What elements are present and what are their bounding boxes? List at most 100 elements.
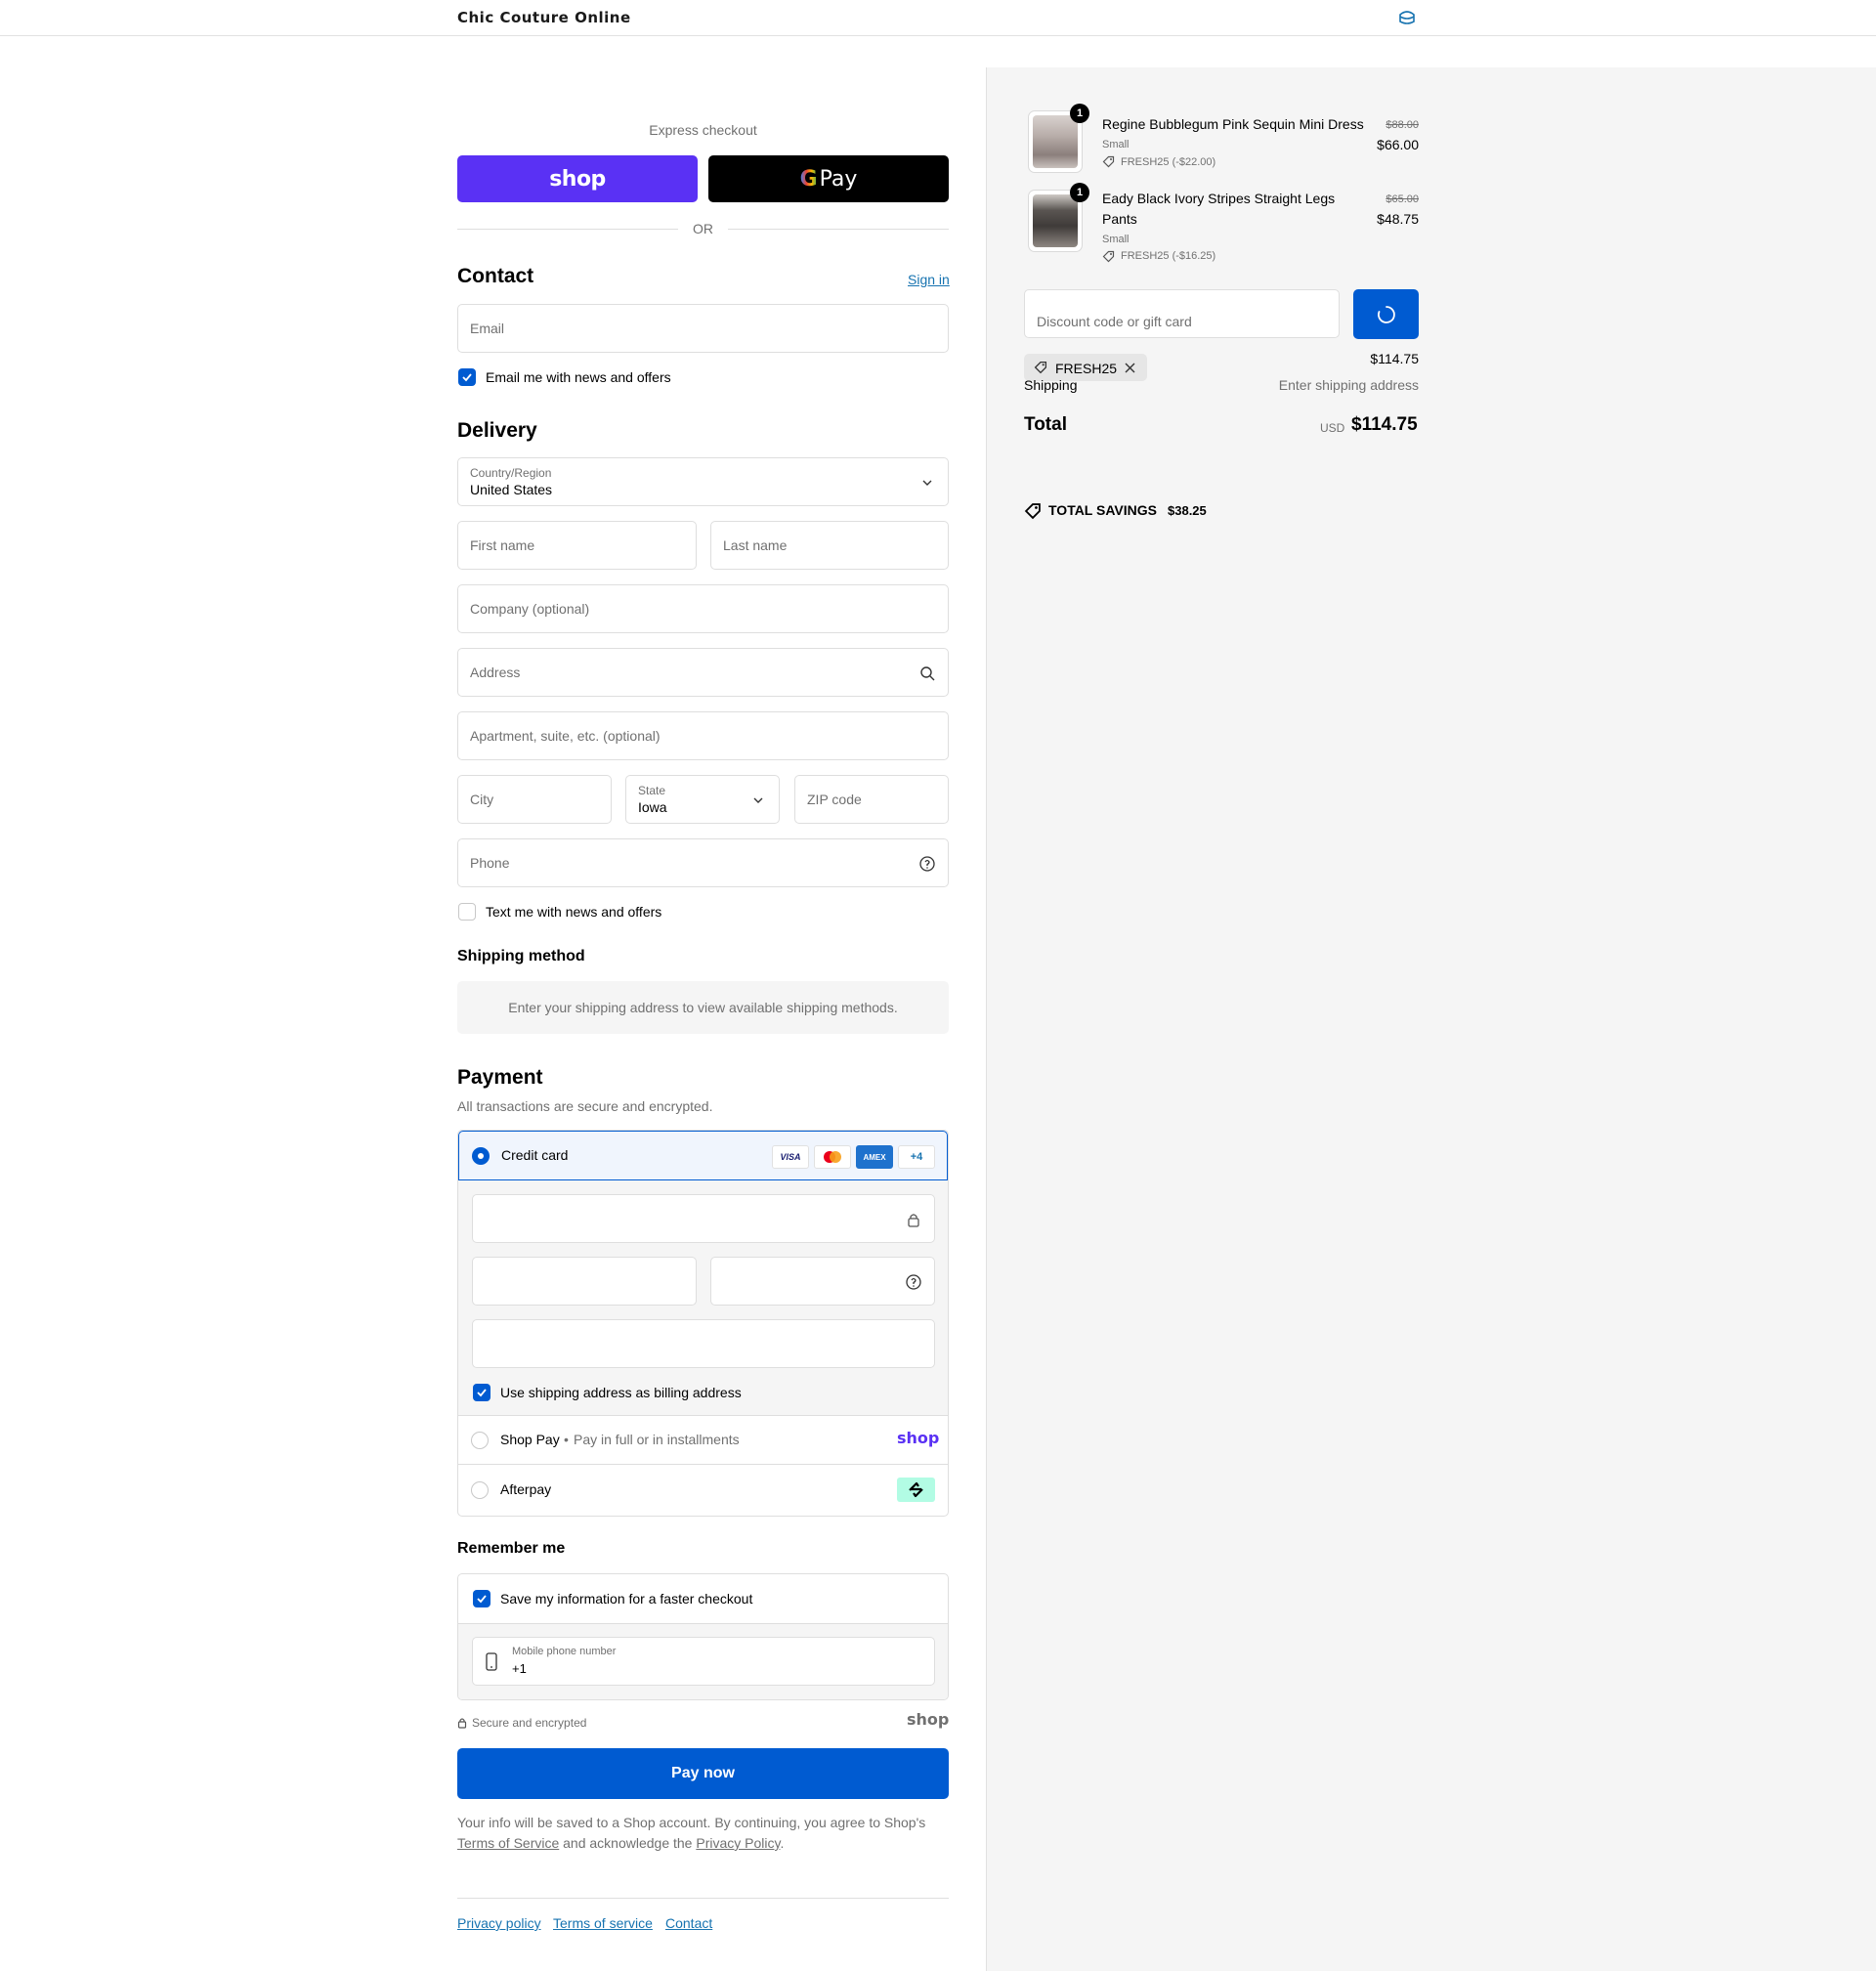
help-icon[interactable] — [905, 1273, 922, 1291]
chevron-down-icon — [922, 480, 932, 486]
shop-pay-radio[interactable] — [471, 1432, 489, 1449]
email-placeholder: Email — [470, 321, 505, 336]
name-on-card-field[interactable] — [472, 1319, 935, 1368]
or-divider: OR — [457, 219, 949, 238]
applied-code-label: FRESH25 — [1055, 361, 1118, 376]
credit-card-radio[interactable] — [472, 1147, 490, 1165]
product-thumbnail: 1 — [1028, 104, 1089, 173]
shop-pay-option[interactable]: Shop Pay • Pay in full or in installment… — [458, 1415, 948, 1464]
legal-end: . — [780, 1835, 785, 1851]
visa-icon: VISA — [772, 1145, 809, 1169]
first-name-field[interactable]: First name — [457, 521, 697, 570]
check-icon — [477, 1595, 487, 1604]
footer-terms-link[interactable]: Terms of service — [553, 1915, 653, 1931]
country-select[interactable]: Country/Region United States — [457, 457, 949, 506]
mobile-phone-field[interactable]: Mobile phone number +1 — [472, 1637, 935, 1686]
apartment-field[interactable]: Apartment, suite, etc. (optional) — [457, 711, 949, 760]
shipping-method-heading: Shipping method — [457, 948, 585, 964]
apply-discount-button[interactable] — [1353, 289, 1419, 339]
discount-code-field[interactable]: Discount code or gift card — [1024, 289, 1340, 338]
zip-field[interactable]: ZIP code — [794, 775, 949, 824]
save-info-checkbox[interactable] — [473, 1590, 490, 1607]
mobile-phone-label: Mobile phone number — [512, 1646, 617, 1657]
afterpay-label: Afterpay — [500, 1481, 552, 1497]
mobile-phone-value: +1 — [512, 1661, 527, 1676]
shop-pay-separator: • — [564, 1432, 569, 1447]
shop-terms-link[interactable]: Terms of Service — [457, 1835, 559, 1851]
currency-label: USD — [1320, 421, 1345, 435]
mobile-phone-icon — [486, 1652, 497, 1671]
legal-mid: and acknowledge the — [563, 1835, 693, 1851]
bag-icon[interactable] — [1397, 9, 1417, 26]
product-name: Eady Black Ivory Stripes Straight Legs P… — [1102, 189, 1335, 230]
legal-line1: Your info will be saved to a Shop accoun… — [457, 1815, 926, 1830]
google-pay-button[interactable]: G Pay — [708, 155, 949, 202]
lock-icon — [457, 1718, 467, 1729]
company-field[interactable]: Company (optional) — [457, 584, 949, 633]
billing-address-checkbox[interactable] — [473, 1384, 490, 1401]
check-icon — [477, 1389, 487, 1397]
state-value: Iowa — [638, 799, 667, 815]
lock-icon — [908, 1214, 919, 1227]
quantity-badge: 1 — [1070, 183, 1089, 202]
shipping-value: Enter shipping address — [1278, 377, 1419, 393]
address-placeholder: Address — [470, 664, 521, 680]
text-news-checkbox[interactable] — [458, 903, 476, 921]
product-name: Regine Bubblegum Pink Sequin Mini Dress — [1102, 116, 1364, 132]
product-discount: FRESH25 (-$16.25) — [1121, 250, 1216, 262]
subtotal-value: $114.75 — [1370, 351, 1419, 366]
email-news-label: Email me with news and offers — [486, 369, 671, 385]
payment-subtitle: All transactions are secure and encrypte… — [457, 1098, 713, 1114]
quantity-badge: 1 — [1070, 104, 1089, 123]
shop-logo: shop — [907, 1710, 950, 1729]
zip-placeholder: ZIP code — [807, 792, 862, 807]
shop-logo: shop — [549, 166, 606, 192]
pants-image — [1033, 194, 1078, 247]
credit-card-option[interactable]: Credit card VISA AMEX +4 — [458, 1131, 948, 1180]
help-icon[interactable] — [918, 855, 936, 873]
total-savings-label: TOTAL SAVINGS — [1048, 502, 1157, 518]
close-icon[interactable] — [1125, 363, 1135, 373]
total-savings-value: $38.25 — [1168, 503, 1207, 518]
footer-privacy-link[interactable]: Privacy policy — [457, 1915, 541, 1931]
shipping-method-message: Enter your shipping address to view avai… — [457, 981, 949, 1034]
loading-spinner-icon — [1378, 306, 1395, 323]
apartment-placeholder: Apartment, suite, etc. (optional) — [470, 728, 661, 744]
express-checkout-label: Express checkout — [649, 122, 757, 138]
afterpay-radio[interactable] — [471, 1481, 489, 1499]
footer-contact-link[interactable]: Contact — [665, 1915, 712, 1931]
email-field[interactable]: Email — [457, 304, 949, 353]
state-select[interactable]: State Iowa — [625, 775, 780, 824]
dress-image — [1033, 115, 1078, 168]
secure-encrypted-label: Secure and encrypted — [472, 1716, 587, 1730]
address-field[interactable]: Address — [457, 648, 949, 697]
shop-pay-express-button[interactable]: shop — [457, 155, 698, 202]
phone-field[interactable]: Phone — [457, 838, 949, 887]
product-price: $48.75 — [1377, 211, 1419, 227]
last-name-placeholder: Last name — [723, 537, 788, 553]
city-placeholder: City — [470, 792, 494, 807]
credit-card-label: Credit card — [501, 1147, 569, 1163]
gpay-label: Pay — [819, 166, 858, 192]
footer-divider — [457, 1898, 949, 1899]
expiration-date-field[interactable] — [472, 1257, 697, 1306]
shop-privacy-link[interactable]: Privacy Policy — [696, 1835, 780, 1851]
save-info-label: Save my information for a faster checkou… — [500, 1591, 753, 1607]
security-code-field[interactable] — [710, 1257, 935, 1306]
state-label: State — [638, 784, 666, 797]
product-thumbnail: 1 — [1028, 183, 1089, 252]
card-number-field[interactable] — [472, 1194, 935, 1243]
pay-now-button[interactable]: Pay now — [457, 1748, 949, 1799]
store-brand[interactable]: Chic Couture Online — [457, 9, 631, 26]
last-name-field[interactable]: Last name — [710, 521, 949, 570]
site-header: Chic Couture Online — [0, 0, 1876, 36]
product-name-line1: Eady Black Ivory Stripes Straight Legs — [1102, 191, 1336, 206]
tag-icon — [1102, 250, 1115, 263]
email-news-checkbox[interactable] — [458, 368, 476, 386]
city-field[interactable]: City — [457, 775, 612, 824]
google-g-icon: G — [799, 166, 818, 192]
mobile-phone-area: Mobile phone number +1 — [458, 1623, 948, 1699]
tag-icon — [1024, 503, 1041, 520]
sign-in-link[interactable]: Sign in — [908, 272, 950, 287]
afterpay-option[interactable]: Afterpay — [458, 1464, 948, 1516]
